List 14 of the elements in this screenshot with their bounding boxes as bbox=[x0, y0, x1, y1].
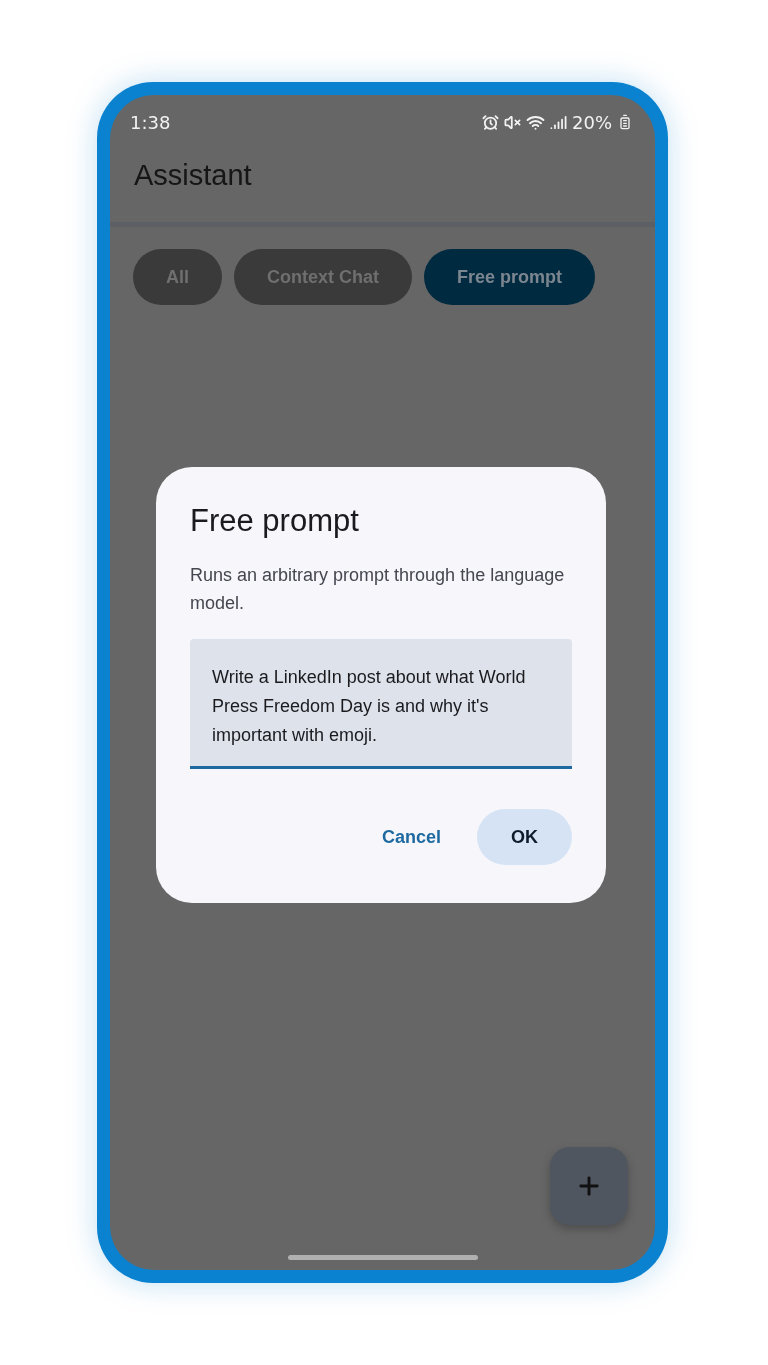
prompt-field[interactable]: Write a LinkedIn post about what World Press Freedom Day is and why it's important with emoji. bbox=[190, 639, 572, 769]
battery-percent: 20% bbox=[572, 111, 612, 133]
cancel-button[interactable]: Cancel bbox=[357, 809, 465, 865]
battery-icon bbox=[617, 114, 633, 130]
add-button[interactable] bbox=[550, 1147, 628, 1225]
signal-icon bbox=[550, 113, 567, 131]
mute-icon bbox=[504, 113, 521, 131]
dialog-title: Free prompt bbox=[190, 503, 360, 539]
ok-button[interactable]: OK bbox=[477, 809, 572, 865]
filter-chip[interactable]: Free prompt bbox=[424, 249, 596, 305]
app-title: Assistant bbox=[134, 159, 253, 192]
status-time: 1:38 bbox=[130, 111, 171, 133]
alarm-icon bbox=[482, 113, 499, 131]
dialog-description: Runs an arbitrary prompt through the language model. bbox=[190, 564, 566, 615]
